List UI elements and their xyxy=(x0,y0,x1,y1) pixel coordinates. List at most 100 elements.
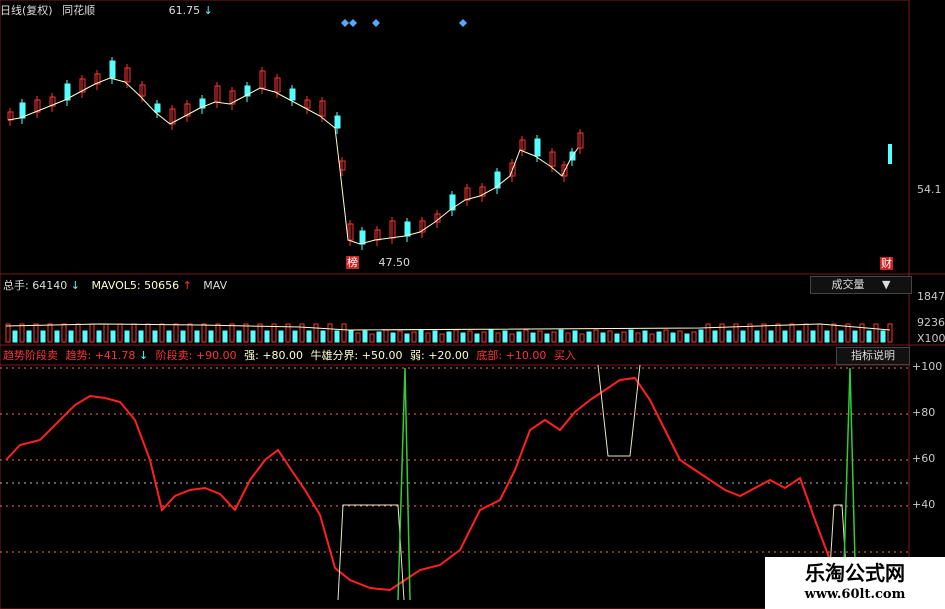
volume-bar xyxy=(425,332,431,343)
volume-bar xyxy=(824,330,830,343)
volume-bar xyxy=(586,331,592,343)
volume-bar xyxy=(698,329,704,343)
volume-bar xyxy=(313,323,319,343)
volume-bar xyxy=(432,330,438,343)
candle-body xyxy=(888,144,892,164)
volume-bar xyxy=(859,323,865,343)
volume-bar xyxy=(208,330,214,343)
volume-bar xyxy=(453,329,459,343)
volume-bar xyxy=(810,330,816,343)
candle-body xyxy=(289,88,296,101)
ma-line xyxy=(7,77,579,245)
volume-bar xyxy=(250,330,256,343)
volume-bar xyxy=(523,329,529,343)
volume-bar xyxy=(411,331,417,343)
volume-bar xyxy=(229,323,235,343)
mavol-label: MAVOL5: xyxy=(91,279,141,292)
volume-bar xyxy=(579,333,585,343)
volume-bar xyxy=(796,330,802,343)
volume-bar xyxy=(173,323,179,343)
volume-bar xyxy=(635,332,641,343)
volume-bar xyxy=(530,332,536,343)
financial-marker-icon[interactable]: 财 xyxy=(880,257,893,270)
volume-bar xyxy=(47,323,53,343)
bull-bear-value: +50.00 xyxy=(361,349,403,362)
volume-bar xyxy=(768,330,774,343)
trend-label: 趋势: xyxy=(65,349,92,362)
indicator-name[interactable]: 趋势阶段卖 xyxy=(3,349,58,362)
volume-bar xyxy=(194,330,200,343)
volume-bar xyxy=(866,330,872,343)
volume-bar xyxy=(75,323,81,343)
volume-bar xyxy=(817,323,823,343)
volume-bar xyxy=(663,329,669,343)
volume-bar xyxy=(677,330,683,343)
source-label: 同花顺 xyxy=(62,4,96,17)
total-volume-value: 64140 xyxy=(32,279,68,292)
volume-bar xyxy=(467,330,473,343)
volume-bar xyxy=(880,330,886,343)
candle-body xyxy=(109,60,116,79)
volume-bar xyxy=(838,330,844,343)
volume-bar xyxy=(201,323,207,343)
volume-bar xyxy=(684,333,690,343)
bottom-label: 底部: xyxy=(476,349,503,362)
volume-bar xyxy=(397,330,403,343)
up-arrow-icon: ↑ xyxy=(182,279,192,292)
stage-sell-outline xyxy=(337,504,405,601)
volume-bar xyxy=(222,330,228,343)
low-price-value: 47.50 xyxy=(378,256,411,269)
volume-bar xyxy=(138,330,144,343)
volume-bar xyxy=(628,329,634,343)
down-arrow-icon: ↓ xyxy=(203,4,213,17)
list-marker-icon: 榜 xyxy=(346,256,359,269)
chevron-down-icon: ▼ xyxy=(882,278,891,291)
volume-bar xyxy=(565,332,571,343)
indicator-axis-60: +60 xyxy=(912,452,936,465)
volume-bar xyxy=(96,330,102,343)
trend-value: +41.78 xyxy=(94,349,136,362)
volume-bar xyxy=(348,329,354,343)
volume-bar xyxy=(376,331,382,343)
volume-bar xyxy=(782,330,788,343)
mavol-line xyxy=(5,323,891,331)
trend-line xyxy=(5,376,856,601)
volume-bar xyxy=(712,330,718,343)
period-label[interactable]: 日线(复权) xyxy=(0,4,53,17)
volume-indicator-dropdown[interactable]: 成交量 ▼ xyxy=(810,276,912,294)
volume-bar xyxy=(572,330,578,343)
volume-axis-mid: 9236 xyxy=(917,316,945,329)
volume-bar xyxy=(103,323,109,343)
volume-bar xyxy=(852,330,858,343)
volume-bar xyxy=(607,330,613,343)
volume-bar xyxy=(537,330,543,343)
volume-bar xyxy=(803,323,809,343)
indicator-header: 趋势阶段卖 趋势: +41.78 ↓ 阶段卖: +90.00 强: +80.00… xyxy=(3,349,576,362)
watermark-title: 乐淘公式网 xyxy=(805,561,905,585)
candle-body xyxy=(404,221,411,237)
signal-diamond-icon xyxy=(459,19,467,27)
price-axis-tick: 54.1 xyxy=(917,183,942,196)
volume-bar xyxy=(131,323,137,343)
strong-value: +80.00 xyxy=(262,349,304,362)
volume-dropdown-label: 成交量 xyxy=(831,278,865,291)
signal-diamond-icon xyxy=(372,19,380,27)
buy-label: 买入 xyxy=(553,349,576,362)
volume-bar xyxy=(873,323,879,343)
chart-canvas[interactable] xyxy=(0,0,945,609)
volume-bar xyxy=(243,323,249,343)
volume-bar xyxy=(89,323,95,343)
candle-body xyxy=(534,138,541,157)
volume-bar xyxy=(19,323,25,343)
volume-bar xyxy=(670,332,676,343)
price-header: 日线(复权) 同花顺 61.75 ↓ xyxy=(0,2,213,18)
volume-bar xyxy=(593,329,599,343)
volume-bar xyxy=(117,323,123,343)
volume-bar xyxy=(68,330,74,343)
indicator-explain-button[interactable]: 指标说明 xyxy=(836,347,910,365)
volume-bar xyxy=(551,331,557,343)
volume-bar xyxy=(516,331,522,343)
volume-bar xyxy=(474,333,480,343)
volume-bar xyxy=(544,333,550,343)
volume-bar xyxy=(719,323,725,343)
